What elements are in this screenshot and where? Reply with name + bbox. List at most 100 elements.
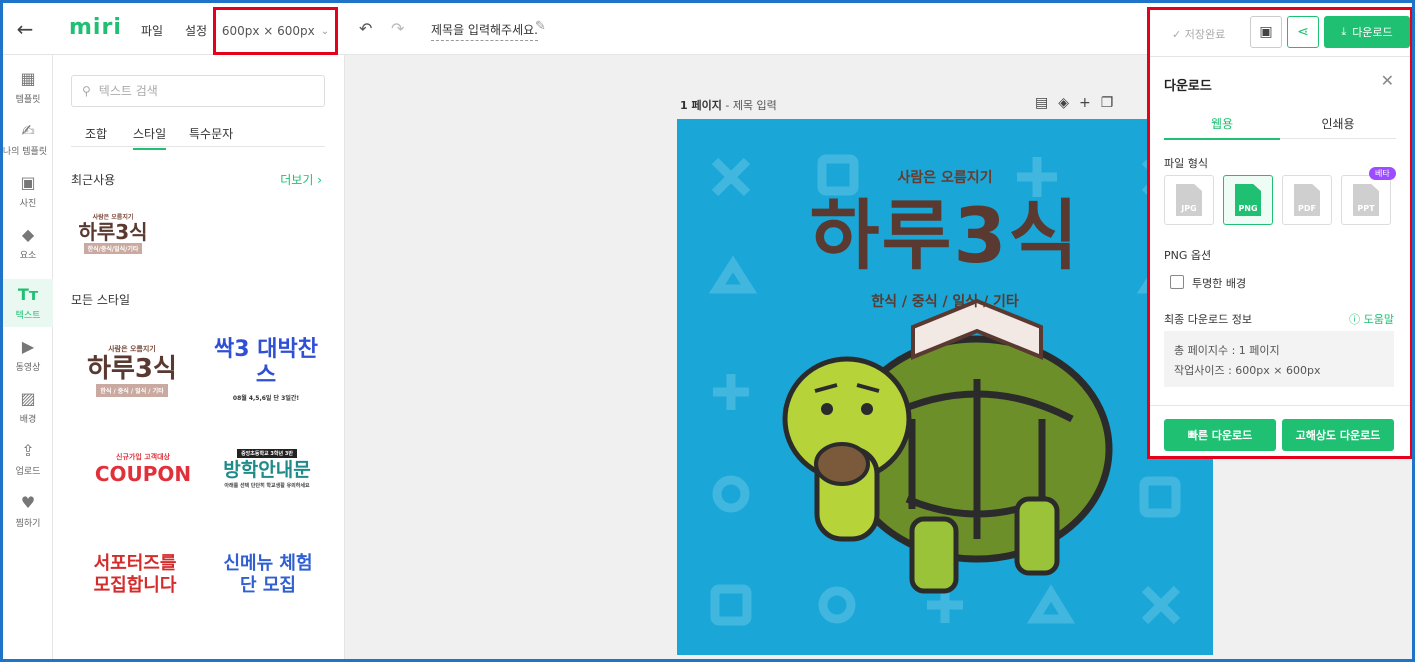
menu-file[interactable]: 파일 xyxy=(141,22,163,39)
page-label: 1 페이지 - 제목 입력 xyxy=(680,99,777,112)
app-window: ← miri 파일 설정 600px × 600px ⌄ ↶ ↷ 제목을 입력해… xyxy=(0,0,1415,662)
paint-bucket-icon[interactable]: ◈ xyxy=(1058,95,1069,111)
canvas-size-select[interactable]: 600px × 600px ⌄ xyxy=(213,7,338,55)
pdf-file-icon: PDF xyxy=(1294,184,1320,216)
thumb-sub: 08월 4,5,6일 단 3일간! xyxy=(232,394,300,402)
more-link[interactable]: 더보기 › xyxy=(280,171,322,188)
help-label: 도움말 xyxy=(1363,313,1394,326)
jpg-file-icon: JPG xyxy=(1176,184,1202,216)
redo-icon[interactable]: ↷ xyxy=(391,19,404,38)
rail-label: 나의 템플릿 xyxy=(2,146,48,157)
copy-page-icon[interactable]: ❐ xyxy=(1101,95,1114,111)
all-styles-title: 모든 스타일 xyxy=(71,293,131,307)
tab-combination[interactable]: 조합 xyxy=(85,125,107,142)
document-title[interactable]: 제목을 입력해주세요. xyxy=(431,21,538,41)
note-icon[interactable]: ▤ xyxy=(1035,95,1048,111)
help-link[interactable]: ⓘ 도움말 xyxy=(1349,311,1394,327)
design-canvas[interactable]: 사람은 오름지기 하루3식 한식 / 중식 / 일식 / 기타 xyxy=(677,119,1213,655)
panel-tabs: 조합 스타일 특수문자 xyxy=(71,121,325,150)
rail-item-elements[interactable]: ◆ 요소 xyxy=(3,219,53,267)
recent-title: 최근사용 xyxy=(71,173,116,187)
style-item[interactable]: 싹3 대박찬스 08월 4,5,6일 단 3일간! xyxy=(207,321,325,417)
thumb-small: 중앙초등학교 3학년 3반 xyxy=(237,449,297,458)
rail-label: 동영상 xyxy=(15,362,41,373)
rail-item-upload[interactable]: ⇪ 업로드 xyxy=(3,435,53,483)
logo[interactable]: miri xyxy=(69,15,122,40)
transparent-bg-checkbox[interactable] xyxy=(1170,275,1184,289)
download-toolbar: ✓ 저장완료 ▣ ⋖ ⤓ 다운로드 xyxy=(1150,10,1410,56)
thumb-sub: 아래를 선택 단단히 학교생활 유의하세요 xyxy=(224,483,310,489)
transparent-bg-label[interactable]: 투명한 배경 xyxy=(1192,275,1246,291)
format-pdf[interactable]: PDF xyxy=(1282,175,1332,225)
text-icon: Tт xyxy=(17,284,39,304)
rail-item-video[interactable]: ▶ 동영상 xyxy=(3,331,53,379)
close-icon[interactable]: ✕ xyxy=(1381,71,1394,90)
canvas-banner[interactable]: 한식 / 중식 / 일식 / 기타 xyxy=(677,291,1213,311)
share-button[interactable]: ⋖ xyxy=(1287,16,1319,48)
tab-style[interactable]: 스타일 xyxy=(133,125,167,150)
back-arrow-icon[interactable]: ← xyxy=(13,17,37,41)
download-tabs: 웹용 인쇄용 xyxy=(1164,107,1396,140)
canvas-headline-small[interactable]: 사람은 오름지기 xyxy=(677,167,1213,187)
saved-label: 저장완료 xyxy=(1184,28,1226,41)
style-item[interactable]: 중앙초등학교 3학년 3반 방학안내문 아래를 선택 단단히 학교생활 유의하세… xyxy=(211,439,323,499)
menu-settings[interactable]: 설정 xyxy=(185,22,207,39)
user-edit-icon: ✍ xyxy=(21,120,35,140)
thumb-title: 방학안내문 xyxy=(223,459,311,481)
recent-style-item[interactable]: 사람은 오름지기 하루3식 한식/중식/일식/기타 xyxy=(73,203,153,263)
page-number: 1 페이지 xyxy=(680,99,722,112)
style-item[interactable]: 서포터즈를 모집합니다 xyxy=(83,533,187,617)
thumb-small: 사람은 오름지기 xyxy=(108,344,156,353)
layout-icon: ▦ xyxy=(20,68,36,88)
style-item[interactable]: 신규가입 고객대상 COUPON xyxy=(93,441,193,497)
rail-item-favorites[interactable]: ♥ 찜하기 xyxy=(3,487,53,535)
divider xyxy=(1150,405,1410,406)
total-pages: 총 페이지수 : 1 페이지 xyxy=(1174,344,1280,357)
text-style-panel: ⚲ 조합 스타일 특수문자 최근사용 더보기 › 사람은 오름지기 하루3식 한… xyxy=(53,55,345,659)
tab-print[interactable]: 인쇄용 xyxy=(1280,115,1396,132)
format-ppt[interactable]: PPT xyxy=(1341,175,1391,225)
download-panel: ✓ 저장완료 ▣ ⋖ ⤓ 다운로드 다운로드 ✕ 웹용 인쇄용 파일 형식 JP… xyxy=(1147,7,1412,459)
ppt-file-icon: PPT xyxy=(1353,184,1379,216)
more-label: 더보기 xyxy=(280,173,314,187)
pencil-icon[interactable]: ✎ xyxy=(535,19,546,34)
rail-item-photos[interactable]: ▣ 사진 xyxy=(3,167,53,215)
page-tools: ▤ ◈ + ❐ xyxy=(1035,95,1113,111)
search-input[interactable] xyxy=(98,84,299,98)
rail-item-my-templates[interactable]: ✍ 나의 템플릿 xyxy=(3,115,53,163)
format-png[interactable]: PNG xyxy=(1223,175,1273,225)
add-page-icon[interactable]: + xyxy=(1079,95,1091,111)
final-info-label: 최종 다운로드 정보 xyxy=(1164,313,1252,326)
style-item[interactable]: 신메뉴 체험단 모집 xyxy=(213,533,323,617)
beta-badge: 베타 xyxy=(1369,167,1396,180)
undo-icon[interactable]: ↶ xyxy=(359,19,372,38)
chevron-down-icon: ⌄ xyxy=(320,25,330,37)
canvas-headline[interactable]: 하루3식 xyxy=(677,191,1213,281)
rail-label: 요소 xyxy=(19,250,37,261)
rail-item-text[interactable]: Tт 텍스트 xyxy=(3,279,53,327)
rail-item-templates[interactable]: ▦ 템플릿 xyxy=(3,63,53,111)
fast-download-button[interactable]: 빠른 다운로드 xyxy=(1164,419,1276,451)
png-options-label: PNG 옵션 xyxy=(1164,249,1212,262)
save-button[interactable]: ▣ xyxy=(1250,16,1282,48)
png-file-icon: PNG xyxy=(1235,184,1261,216)
tab-web[interactable]: 웹용 xyxy=(1164,115,1280,140)
download-button-label: 다운로드 xyxy=(1352,26,1393,39)
rail-item-background[interactable]: ▨ 배경 xyxy=(3,383,53,431)
format-jpg[interactable]: JPG xyxy=(1164,175,1214,225)
style-item[interactable]: 사람은 오름지기 하루3식 한식 / 중식 / 일식 / 기타 xyxy=(77,325,187,415)
check-icon: ✓ xyxy=(1172,28,1182,41)
upload-icon: ⇪ xyxy=(21,440,35,460)
thumb-title: 서포터즈를 모집합니다 xyxy=(93,553,177,596)
thumb-title: 하루3식 xyxy=(87,353,177,384)
rail-label: 템플릿 xyxy=(15,94,41,105)
hq-download-button[interactable]: 고해상도 다운로드 xyxy=(1282,419,1394,451)
download-panel-title: 다운로드 xyxy=(1164,79,1212,94)
canvas-workspace: 1 페이지 - 제목 입력 ▤ ◈ + ❐ 사람은 오름지기 하루3식 한식 /… xyxy=(345,55,1213,659)
download-button[interactable]: ⤓ 다운로드 xyxy=(1324,16,1410,48)
rail-label: 텍스트 xyxy=(15,310,41,321)
tab-special-chars[interactable]: 특수문자 xyxy=(189,125,233,142)
page-title-input[interactable]: 제목 입력 xyxy=(733,99,777,112)
thumb-title: COUPON xyxy=(94,462,192,486)
download-info-box: 총 페이지수 : 1 페이지 작업사이즈 : 600px × 600px xyxy=(1164,331,1394,387)
